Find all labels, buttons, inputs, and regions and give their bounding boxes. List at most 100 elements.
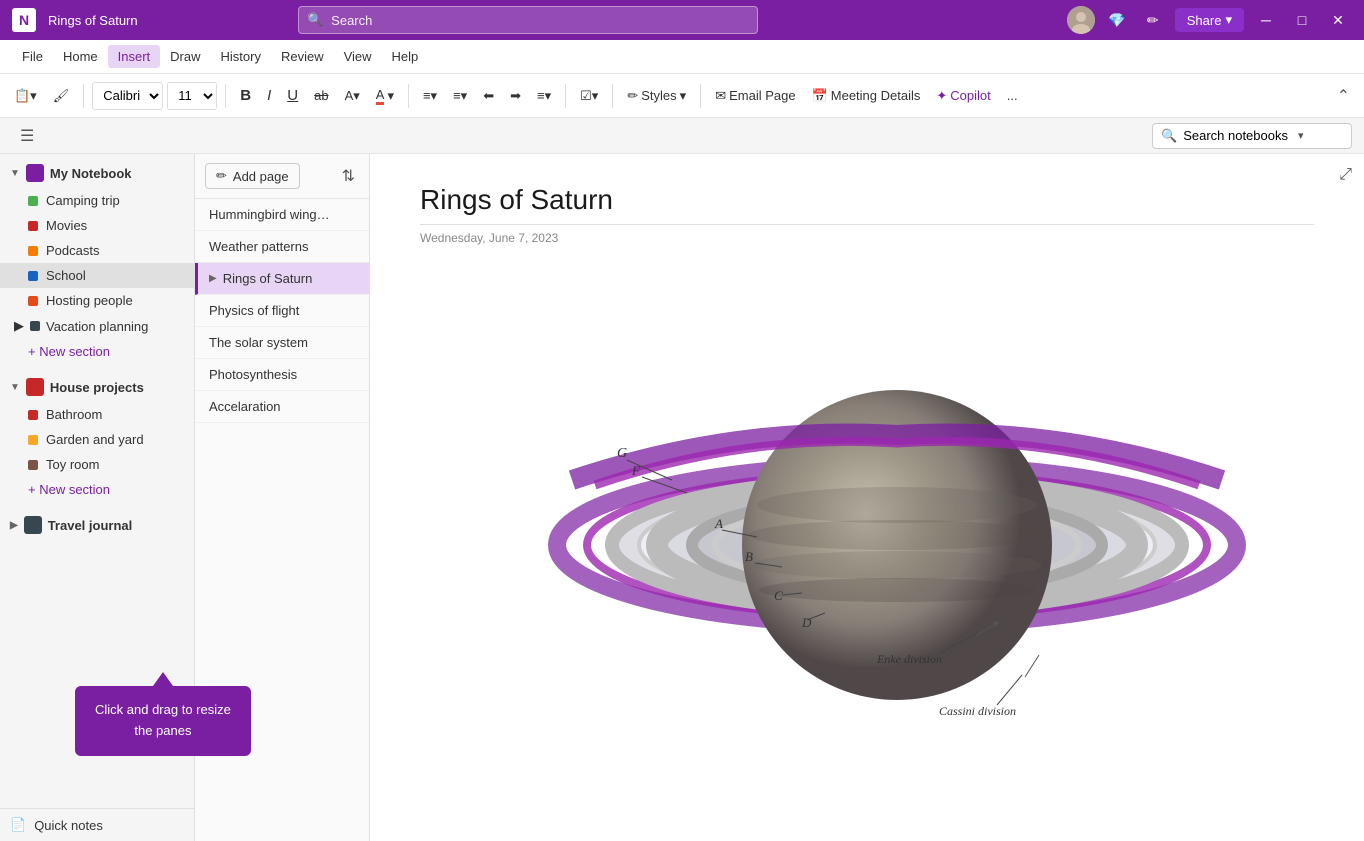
- section-vacation-planning[interactable]: ▶ Vacation planning: [0, 313, 194, 339]
- my-notebook-label: My Notebook: [50, 166, 132, 181]
- page-solar-system[interactable]: The solar system: [195, 327, 369, 359]
- vacation-arrow: ▶: [14, 318, 24, 334]
- toolbar-right: ⌃: [1331, 83, 1356, 109]
- share-button[interactable]: Share ▾: [1175, 8, 1244, 32]
- menu-insert[interactable]: Insert: [108, 45, 161, 68]
- clipboard-button[interactable]: 📋▾: [8, 80, 43, 112]
- sort-pages-button[interactable]: ⇅: [338, 162, 359, 190]
- styles-button[interactable]: ✏ Styles ▾: [621, 80, 692, 112]
- menu-history[interactable]: History: [211, 45, 271, 68]
- page-rings-chevron: ▶: [209, 273, 217, 284]
- menu-home[interactable]: Home: [53, 45, 108, 68]
- new-section-my-notebook[interactable]: + New section: [0, 339, 194, 364]
- underline-button[interactable]: U: [281, 80, 304, 112]
- menu-view[interactable]: View: [334, 45, 382, 68]
- more-button[interactable]: ...: [1001, 80, 1024, 112]
- section-garden[interactable]: Garden and yard: [0, 427, 194, 452]
- svg-text:C: C: [774, 588, 783, 603]
- add-page-icon: ✏: [216, 168, 227, 184]
- movies-dot: [28, 221, 38, 231]
- page-hummingbird[interactable]: Hummingbird wing…: [195, 199, 369, 231]
- menu-file[interactable]: File: [12, 45, 53, 68]
- travel-journal-header[interactable]: ▶ Travel journal: [0, 510, 194, 540]
- search-dropdown-button[interactable]: ▾: [1294, 129, 1308, 142]
- vacation-dot: [30, 321, 40, 331]
- vacation-label: Vacation planning: [46, 319, 148, 334]
- font-color-button[interactable]: A▾: [370, 80, 400, 112]
- page-physics-label: Physics of flight: [209, 303, 299, 318]
- travel-journal-chevron: ▶: [10, 520, 18, 531]
- page-rings-label: Rings of Saturn: [223, 271, 313, 286]
- section-movies[interactable]: Movies: [0, 213, 194, 238]
- page-physics[interactable]: Physics of flight: [195, 295, 369, 327]
- premium-icon[interactable]: 💎: [1103, 6, 1131, 34]
- camping-trip-dot: [28, 196, 38, 206]
- my-notebook-header[interactable]: ▼ My Notebook: [0, 158, 194, 188]
- strikethrough-button[interactable]: ab: [308, 80, 334, 112]
- secondary-bar: ☰ 🔍 Search notebooks ▾: [0, 118, 1364, 154]
- separator-6: [700, 84, 701, 108]
- bullets-button[interactable]: ≡▾: [417, 80, 443, 112]
- numbering-button[interactable]: ≡▾: [447, 80, 473, 112]
- section-camping-trip[interactable]: Camping trip: [0, 188, 194, 213]
- section-toy-room[interactable]: Toy room: [0, 452, 194, 477]
- quick-notes-button[interactable]: 📄 Quick notes: [0, 808, 194, 841]
- notebook-search-box[interactable]: 🔍 Search notebooks ▾: [1152, 123, 1352, 149]
- italic-button[interactable]: I: [261, 80, 277, 112]
- close-button[interactable]: ✕: [1324, 6, 1352, 34]
- search-icon: 🔍: [307, 12, 323, 28]
- new-section-house-projects[interactable]: + New section: [0, 477, 194, 502]
- separator-1: [83, 84, 84, 108]
- email-page-button[interactable]: ✉ Email Page: [709, 80, 801, 112]
- svg-text:Cassini division: Cassini division: [939, 704, 1016, 718]
- page-accel-label: Accelaration: [209, 399, 281, 414]
- bold-button[interactable]: B: [234, 80, 257, 112]
- section-podcasts[interactable]: Podcasts: [0, 238, 194, 263]
- add-page-button[interactable]: ✏ Add page: [205, 163, 300, 189]
- font-name-select[interactable]: Calibri: [92, 82, 163, 110]
- checkbox-button[interactable]: ☑▾: [574, 80, 604, 112]
- pen-icon[interactable]: ✏: [1139, 6, 1167, 34]
- avatar[interactable]: [1067, 6, 1095, 34]
- house-projects-header[interactable]: ▼ House projects: [0, 372, 194, 402]
- svg-text:G: G: [617, 446, 627, 461]
- maximize-button[interactable]: □: [1288, 6, 1316, 34]
- svg-text:F: F: [631, 463, 641, 478]
- highlight-button[interactable]: A▾: [339, 80, 366, 112]
- section-school[interactable]: School: [0, 263, 194, 288]
- title-search-placeholder: Search: [331, 13, 372, 28]
- separator-3: [408, 84, 409, 108]
- section-bathroom[interactable]: Bathroom: [0, 402, 194, 427]
- my-notebook-chevron: ▼: [10, 168, 20, 179]
- toy-room-dot: [28, 460, 38, 470]
- meeting-details-button[interactable]: 📅 Meeting Details: [806, 80, 927, 112]
- minimize-button[interactable]: ─: [1252, 6, 1280, 34]
- decrease-indent-button[interactable]: ⬅: [477, 80, 500, 112]
- toolbar: 📋▾ 🖌 Calibri 11 B I U ab A▾ A▾ ≡▾ ≡▾ ⬅ ➡…: [0, 74, 1364, 118]
- page-rings-of-saturn[interactable]: ▶ Rings of Saturn: [195, 263, 369, 295]
- separator-5: [612, 84, 613, 108]
- garden-label: Garden and yard: [46, 432, 144, 447]
- content-area: ⤢ Rings of Saturn Wednesday, June 7, 202…: [370, 154, 1364, 841]
- page-title: Rings of Saturn: [420, 184, 1314, 225]
- menu-draw[interactable]: Draw: [160, 45, 210, 68]
- expand-page-button[interactable]: ⤢: [1339, 166, 1352, 184]
- page-weather[interactable]: Weather patterns: [195, 231, 369, 263]
- menu-help[interactable]: Help: [382, 45, 429, 68]
- collapse-toolbar-button[interactable]: ⌃: [1331, 83, 1356, 109]
- page-acceleration[interactable]: Accelaration: [195, 391, 369, 423]
- align-button[interactable]: ≡▾: [531, 80, 557, 112]
- menu-review[interactable]: Review: [271, 45, 334, 68]
- page-date: Wednesday, June 7, 2023: [420, 231, 1314, 245]
- page-photosynthesis[interactable]: Photosynthesis: [195, 359, 369, 391]
- font-size-select[interactable]: 11: [167, 82, 217, 110]
- movies-label: Movies: [46, 218, 87, 233]
- bathroom-dot: [28, 410, 38, 420]
- format-painter-button[interactable]: 🖌: [47, 80, 76, 112]
- title-search-box[interactable]: 🔍 Search: [298, 6, 758, 34]
- copilot-button[interactable]: ✦ Copilot: [930, 80, 996, 112]
- increase-indent-button[interactable]: ➡: [504, 80, 527, 112]
- section-hosting-people[interactable]: Hosting people: [0, 288, 194, 313]
- hamburger-button[interactable]: ☰: [12, 122, 42, 150]
- separator-2: [225, 84, 226, 108]
